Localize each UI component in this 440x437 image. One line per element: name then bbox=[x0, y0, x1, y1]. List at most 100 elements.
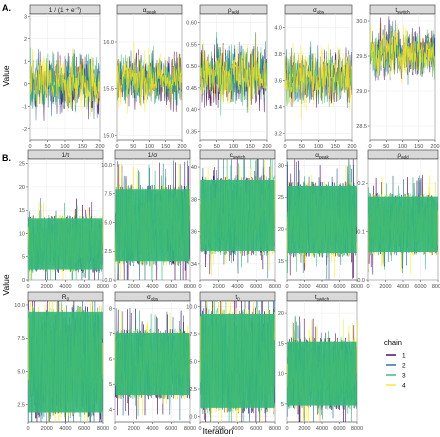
trace-dense-band bbox=[287, 341, 357, 406]
x-tick-label: 200 bbox=[95, 144, 104, 150]
x-tick-label: 50 bbox=[44, 144, 50, 150]
x-tick-label: 8000 bbox=[351, 426, 363, 432]
x-tick-label: 4000 bbox=[397, 284, 409, 290]
y-tick-label: 3 bbox=[24, 14, 27, 20]
y-tick-label: 10.0 bbox=[14, 303, 25, 309]
panel-a-4: tswitch28.529.029.530.00 50 100 150 200 bbox=[356, 4, 440, 150]
trace-dense-band bbox=[200, 179, 275, 251]
y-tick-label: 15 bbox=[278, 259, 284, 265]
panel-b-4: ρadd0.00.10.202000400060008000 bbox=[357, 149, 440, 290]
y-tick-label: 30.0 bbox=[356, 19, 367, 25]
x-tick-label: 150 bbox=[78, 144, 87, 150]
y-tick-label: 29.0 bbox=[356, 89, 367, 95]
x-tick-label: 0 bbox=[26, 426, 29, 432]
y-tick-label: 0.55 bbox=[186, 42, 197, 48]
x-tick-label: 100 bbox=[314, 144, 323, 150]
y-tick-label: 0.45 bbox=[186, 86, 197, 92]
x-tick-label: 6000 bbox=[414, 284, 426, 290]
y-tick-label: 15 bbox=[278, 341, 284, 347]
x-tick-label: 8000 bbox=[269, 426, 281, 432]
panel-a-0: 1 / (1 + e−τ)-2-101230 50 100 150 200 bbox=[22, 4, 105, 150]
y-tick-label: 0 bbox=[24, 82, 27, 88]
x-tick-label: 6000 bbox=[78, 426, 90, 432]
y-tick-label: 34 bbox=[191, 262, 197, 268]
x-tick-label: 0 bbox=[26, 284, 29, 290]
y-tick-label: 2.5 bbox=[17, 403, 25, 409]
panel-a-2: ρadd0.350.400.450.500.550.600 50 100 150 200 bbox=[186, 4, 272, 150]
y-tick-label: 0 bbox=[22, 278, 25, 284]
x-tick-label: 8000 bbox=[269, 284, 281, 290]
y-tick-label: 30 bbox=[278, 163, 284, 169]
x-tick-label: 100 bbox=[229, 144, 238, 150]
trace-dense-band bbox=[28, 218, 103, 270]
x-tick-label: 150 bbox=[246, 144, 255, 150]
legend-title: chain bbox=[384, 338, 402, 347]
x-tick-label: 6000 bbox=[250, 284, 262, 290]
y-tick-label: 7.5 bbox=[104, 192, 112, 198]
x-tick-label: 100 bbox=[145, 144, 154, 150]
y-tick-label: 0.60 bbox=[186, 21, 197, 27]
y-tick-label: 20 bbox=[278, 227, 284, 233]
y-tick-label: 0.2 bbox=[357, 181, 365, 187]
y-axis-title-b: Value bbox=[1, 274, 11, 295]
panel-a-3: σobs3.23.43.63.84.00 50 100 150 200 bbox=[274, 4, 357, 150]
x-tick-label: 4000 bbox=[316, 426, 328, 432]
x-tick-label: 2000 bbox=[379, 284, 391, 290]
x-tick-label: 200 bbox=[177, 144, 186, 150]
x-tick-label: 150 bbox=[331, 144, 340, 150]
x-tick-label: 0 bbox=[198, 426, 201, 432]
y-tick-label: 5.0 bbox=[17, 369, 25, 375]
x-tick-label: 8000 bbox=[97, 426, 109, 432]
x-tick-label: 0 bbox=[28, 144, 31, 150]
panel-title: 1/σ bbox=[148, 152, 157, 159]
y-axis-title-a: Value bbox=[1, 65, 11, 86]
x-tick-label: 50 bbox=[130, 144, 136, 150]
x-tick-label: 8000 bbox=[351, 284, 363, 290]
y-tick-label: 7.5 bbox=[17, 336, 25, 342]
y-tick-label: 4 bbox=[109, 407, 112, 413]
trace-dense-band bbox=[200, 314, 275, 408]
y-tick-label: 0.35 bbox=[186, 129, 197, 135]
x-tick-label: 200 bbox=[262, 144, 271, 150]
panel-b-3: αpeak152025300 2000 4000 6000 8000 bbox=[278, 149, 363, 290]
y-tick-label: 20 bbox=[19, 185, 25, 191]
panel-b-7: t00.02.55.07.510.00 2000 4000 6000 8000 bbox=[186, 291, 281, 432]
x-tick-label: 4000 bbox=[146, 284, 158, 290]
legend-label-2: 2 bbox=[402, 363, 406, 370]
y-tick-label: 0.40 bbox=[186, 108, 197, 114]
row-label-a: A. bbox=[2, 3, 11, 13]
x-tick-label: 8000 bbox=[184, 426, 196, 432]
x-tick-label: 50 bbox=[383, 144, 389, 150]
x-tick-label: 2000 bbox=[213, 284, 225, 290]
x-tick-label: 6000 bbox=[250, 426, 262, 432]
panel-a-1: αpeak15.015.516.00 50 100 150 200 bbox=[103, 4, 187, 150]
x-tick-label: 0 bbox=[283, 144, 286, 150]
legend-label-4: 4 bbox=[402, 383, 406, 390]
x-tick-label: 50 bbox=[299, 144, 305, 150]
y-tick-label: 10.0 bbox=[101, 163, 112, 169]
y-tick-label: 25 bbox=[278, 195, 284, 201]
x-tick-label: 0 bbox=[285, 426, 288, 432]
y-tick-label: 5 bbox=[281, 402, 284, 408]
x-tick-label: 150 bbox=[414, 144, 423, 150]
x-tick-label: 8000 bbox=[184, 284, 196, 290]
x-tick-label: 2000 bbox=[128, 284, 140, 290]
x-tick-label: 100 bbox=[398, 144, 407, 150]
y-tick-label: 0.1 bbox=[357, 230, 365, 236]
y-tick-label: 3.6 bbox=[274, 78, 282, 84]
y-tick-label: -2 bbox=[22, 127, 27, 133]
y-tick-label: 15 bbox=[19, 208, 25, 214]
y-tick-label: -1 bbox=[22, 104, 27, 110]
y-tick-label: 15.5 bbox=[103, 87, 114, 93]
x-tick-label: 0 bbox=[366, 284, 369, 290]
y-tick-label: 1 bbox=[24, 59, 27, 65]
panel-b-6: σobs456780 2000 4000 6000 8000 bbox=[109, 291, 196, 432]
y-tick-label: 6 bbox=[109, 357, 112, 363]
trace-dense-band bbox=[28, 311, 103, 413]
x-tick-label: 4000 bbox=[146, 426, 158, 432]
y-tick-label: 5.0 bbox=[189, 360, 197, 366]
x-tick-label: 6000 bbox=[78, 284, 90, 290]
panel-b-2: cswitch343638400 2000 4000 6000 8000 bbox=[191, 149, 281, 290]
x-tick-label: 8000 bbox=[97, 284, 109, 290]
y-tick-label: 15.0 bbox=[103, 133, 114, 139]
